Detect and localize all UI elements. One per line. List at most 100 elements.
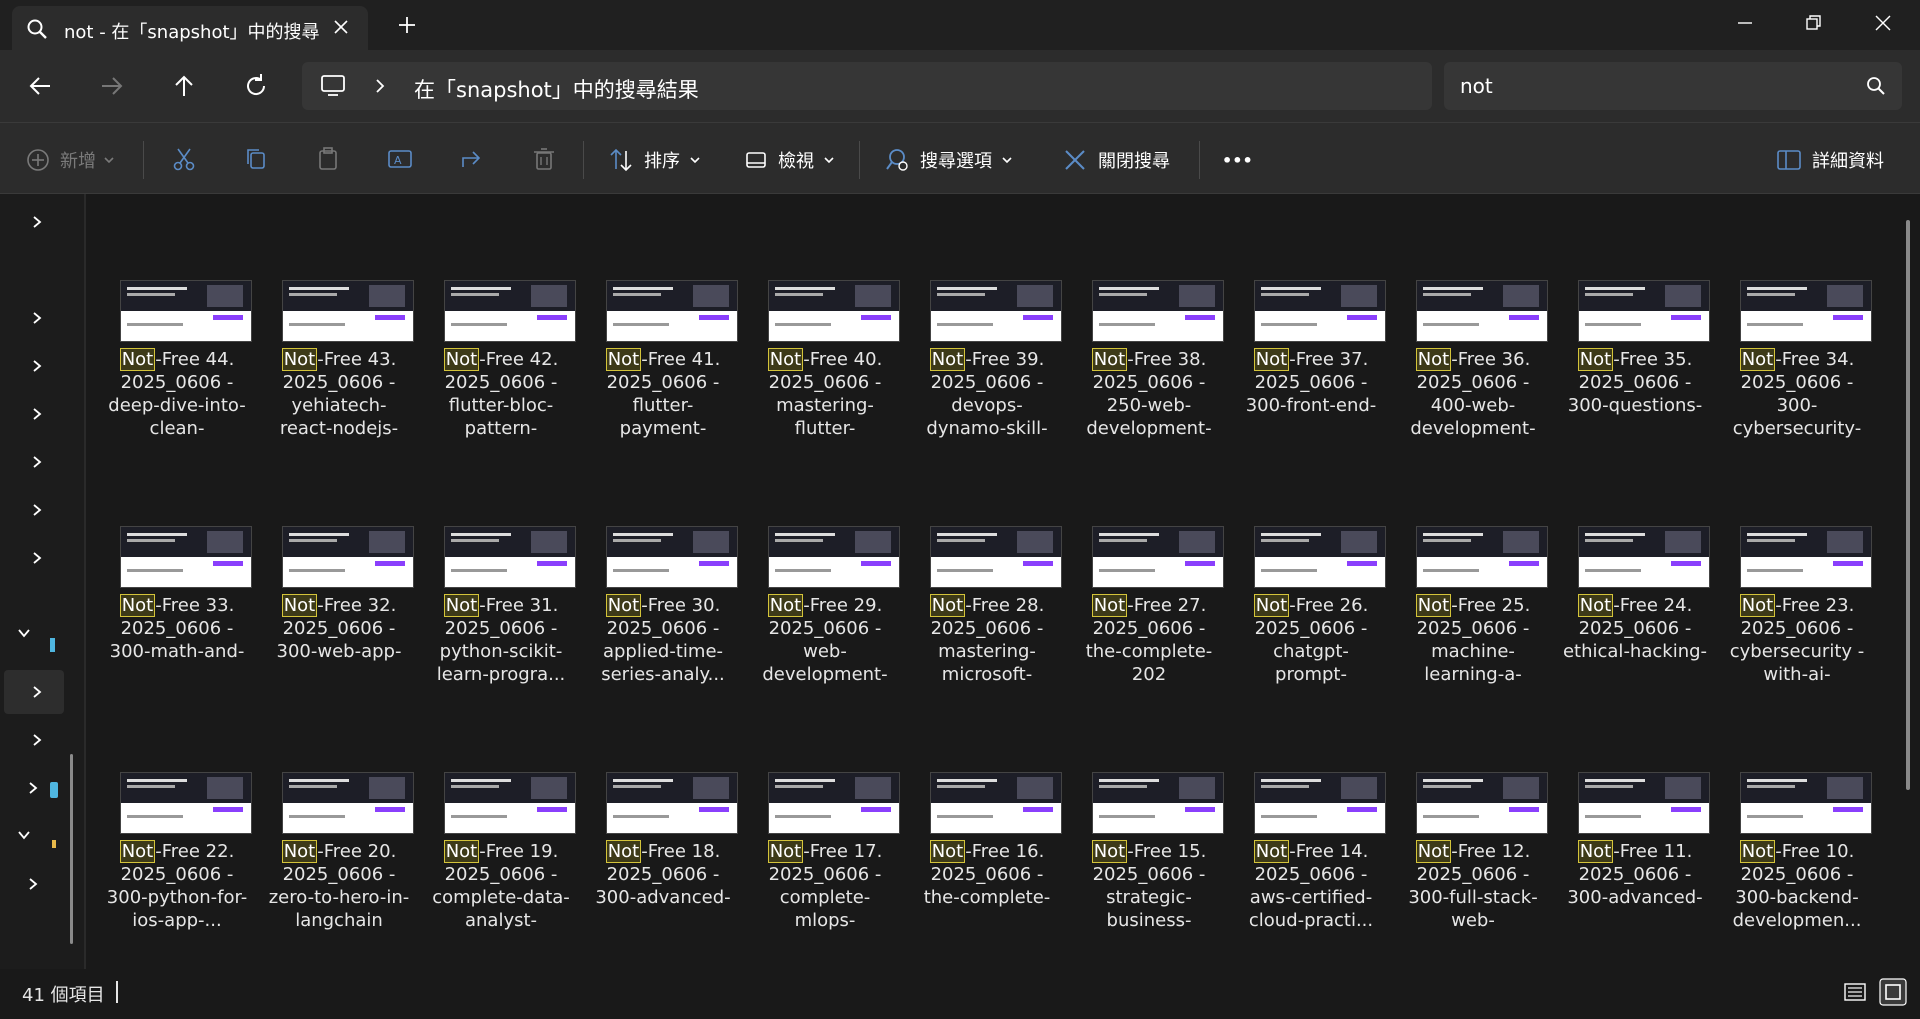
- sort-button[interactable]: 排序: [608, 145, 712, 175]
- file-item[interactable]: Not -Free 20. 2025_0606 - zero-to-hero-in…: [250, 686, 414, 931]
- nav-expand-5[interactable]: [4, 440, 64, 484]
- file-item[interactable]: Not -Free 24. 2025_0606 - ethical-hacking…: [1546, 440, 1710, 662]
- file-item[interactable]: Not -Free 31. 2025_0606 - python-scikit-l…: [412, 440, 576, 685]
- cut-icon[interactable]: [170, 145, 198, 173]
- restore-icon[interactable]: [1798, 8, 1828, 38]
- new-button[interactable]: 新增: [26, 145, 126, 175]
- share-icon[interactable]: [458, 145, 486, 173]
- search-match-highlight: Not: [1577, 594, 1614, 617]
- file-name: Not -Free 38. 2025_0606 - 250-web-develop…: [1076, 348, 1222, 440]
- new-tab-plus-icon[interactable]: [394, 12, 420, 38]
- file-item[interactable]: Not -Free 15. 2025_0606 - strategic-busin…: [1060, 686, 1224, 931]
- file-item[interactable]: Not -Free 39. 2025_0606 - devops-dynamo-s…: [898, 194, 1062, 439]
- window-close-icon[interactable]: [1868, 8, 1898, 38]
- file-item[interactable]: Not -Free 32. 2025_0606 - 300-web-app-: [250, 440, 414, 662]
- file-item[interactable]: Not -Free 44. 2025_0606 - deep-dive-into-…: [88, 194, 252, 439]
- nav-expand-8[interactable]: [4, 718, 64, 762]
- file-item[interactable]: Not -Free 27. 2025_0606 - the-complete-20…: [1060, 440, 1224, 685]
- nav-expand-3[interactable]: [4, 344, 64, 388]
- details-button[interactable]: 詳細資料: [1776, 145, 1884, 175]
- file-thumbnail: [1740, 280, 1872, 342]
- file-item[interactable]: Not -Free 22. 2025_0606 - 300-python-for-…: [88, 686, 252, 931]
- search-box[interactable]: [1444, 62, 1902, 110]
- close-icon[interactable]: [330, 16, 352, 38]
- chevron-down-icon: [1002, 157, 1012, 164]
- search-match-highlight: Not: [767, 594, 804, 617]
- chevron-down-icon: [18, 831, 30, 840]
- file-item[interactable]: Not -Free 11. 2025_0606 - 300-advanced-: [1546, 686, 1710, 908]
- nav-expand-1[interactable]: [4, 200, 64, 244]
- nav-expand-10[interactable]: [0, 862, 60, 906]
- paste-icon[interactable]: [314, 145, 342, 173]
- file-thumbnail: [1416, 280, 1548, 342]
- search-icon[interactable]: [1866, 76, 1886, 96]
- file-item[interactable]: Not -Free 10. 2025_0606 - 300-backend-dev…: [1708, 686, 1872, 931]
- nav-expand-4[interactable]: [4, 392, 64, 436]
- file-item[interactable]: Not -Free 33. 2025_0606 - 300-math-and-: [88, 440, 252, 662]
- file-item[interactable]: Not -Free 26. 2025_0606 - chatgpt-prompt-: [1222, 440, 1386, 685]
- file-item[interactable]: Not -Free 28. 2025_0606 - mastering-micro…: [898, 440, 1062, 685]
- sidebar-scrollbar[interactable]: [70, 754, 73, 944]
- search-input[interactable]: [1460, 70, 1840, 102]
- back-arrow-icon[interactable]: [24, 70, 56, 102]
- file-item[interactable]: Not -Free 35. 2025_0606 - 300-questions-: [1546, 194, 1710, 416]
- file-item[interactable]: Not -Free 36. 2025_0606 - 400-web-develop…: [1384, 194, 1548, 439]
- more-options-button[interactable]: •••: [1222, 145, 1253, 175]
- content-scrollbar[interactable]: [1906, 220, 1910, 790]
- file-thumbnail: [282, 280, 414, 342]
- file-thumbnail: [1092, 526, 1224, 588]
- file-item[interactable]: Not -Free 42. 2025_0606 - flutter-bloc-pa…: [412, 194, 576, 439]
- refresh-icon[interactable]: [240, 70, 272, 102]
- nav-expand-7[interactable]: [4, 536, 64, 580]
- rename-icon[interactable]: A: [386, 145, 414, 173]
- nav-expand-2[interactable]: [4, 296, 64, 340]
- address-bar[interactable]: 在「snapshot」中的搜尋結果: [302, 62, 1432, 110]
- file-item[interactable]: Not -Free 41. 2025_0606 - flutter-payment…: [574, 194, 738, 439]
- delete-icon[interactable]: [530, 145, 558, 173]
- file-item[interactable]: Not -Free 37. 2025_0606 - 300-front-end-: [1222, 194, 1386, 416]
- file-item[interactable]: Not -Free 19. 2025_0606 - complete-data-a…: [412, 686, 576, 931]
- up-arrow-icon[interactable]: [168, 70, 200, 102]
- file-item[interactable]: Not -Free 16. 2025_0606 - the-complete-: [898, 686, 1062, 908]
- search-options-button[interactable]: 搜尋選項: [884, 145, 1024, 175]
- file-item[interactable]: Not -Free 23. 2025_0606 - cybersecurity -…: [1708, 440, 1872, 685]
- file-item[interactable]: Not -Free 43. 2025_0606 - yehiatech-react…: [250, 194, 414, 439]
- chevron-right-icon[interactable]: [372, 76, 388, 96]
- copy-icon[interactable]: [242, 145, 270, 173]
- nav-collapse-2[interactable]: [4, 814, 64, 858]
- search-match-highlight: Not: [1253, 348, 1290, 371]
- file-item[interactable]: Not -Free 18. 2025_0606 - 300-advanced-: [574, 686, 738, 908]
- view-button[interactable]: 檢視: [744, 145, 846, 175]
- file-item[interactable]: Not -Free 34. 2025_0606 - 300-cybersecuri…: [1708, 194, 1872, 439]
- nav-expand-selected[interactable]: [4, 670, 64, 714]
- search-match-highlight: Not: [1091, 348, 1128, 371]
- forward-arrow-icon[interactable]: [96, 70, 128, 102]
- minimize-icon[interactable]: [1730, 8, 1760, 38]
- file-item[interactable]: Not -Free 29. 2025_0606 - web-development…: [736, 440, 900, 685]
- file-item[interactable]: Not -Free 14. 2025_0606 - aws-certified-c…: [1222, 686, 1386, 931]
- nav-expand-6[interactable]: [4, 488, 64, 532]
- file-item[interactable]: Not -Free 40. 2025_0606 - mastering-flutt…: [736, 194, 900, 439]
- close-search-button[interactable]: 關閉搜尋: [1062, 145, 1170, 175]
- file-item[interactable]: Not -Free 17. 2025_0606 - complete-mlops-: [736, 686, 900, 931]
- search-match-highlight: Not: [1091, 594, 1128, 617]
- large-icons-view-icon[interactable]: [1878, 977, 1908, 1007]
- breadcrumb[interactable]: 在「snapshot」中的搜尋結果: [414, 74, 699, 104]
- folder-icon: [52, 840, 56, 848]
- item-count: 41 個項目: [22, 985, 105, 1006]
- search-match-highlight: Not: [119, 840, 156, 863]
- file-item[interactable]: Not -Free 30. 2025_0606 - applied-time-se…: [574, 440, 738, 685]
- file-thumbnail: [1254, 280, 1386, 342]
- window-tab[interactable]: not - 在「snapshot」中的搜尋: [12, 6, 368, 50]
- file-thumbnail: [1740, 772, 1872, 834]
- details-view-icon[interactable]: [1840, 977, 1870, 1007]
- network-icon: [50, 782, 58, 798]
- file-item[interactable]: Not -Free 38. 2025_0606 - 250-web-develop…: [1060, 194, 1224, 439]
- file-item[interactable]: Not -Free 12. 2025_0606 - 300-full-stack-…: [1384, 686, 1548, 931]
- nav-collapse-1[interactable]: [4, 612, 64, 656]
- pane-divider[interactable]: [84, 194, 86, 969]
- file-item[interactable]: Not -Free 25. 2025_0606 - machine-learnin…: [1384, 440, 1548, 685]
- file-name: Not -Free 15. 2025_0606 - strategic-busin…: [1076, 840, 1222, 932]
- new-label: 新增: [60, 151, 96, 172]
- search-match-highlight: Not: [767, 840, 804, 863]
